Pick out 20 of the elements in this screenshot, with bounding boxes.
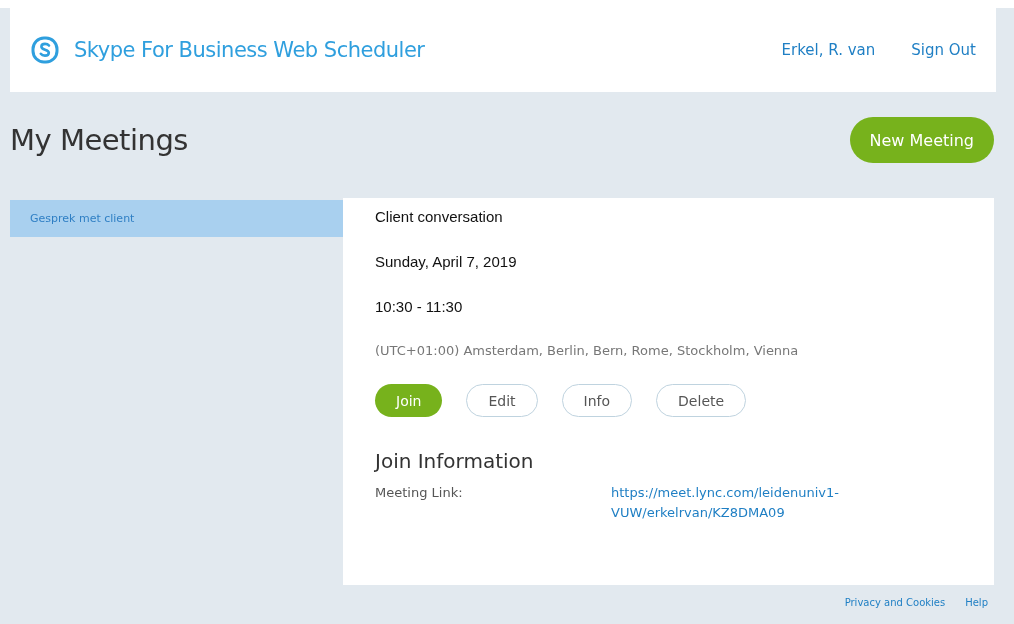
time-zone: (UTC+01:00) Amsterdam, Berlin, Bern, Rome, Stockholm, Vienna bbox=[375, 343, 800, 358]
meeting-link-label: Meeting Link: bbox=[375, 485, 464, 502]
action-button[interactable]: Edit bbox=[466, 384, 538, 417]
meeting-link[interactable]: https://meet.lync.com/leidenuniv1-VUW/erkelrvan/KZ8DMA09 bbox=[611, 483, 861, 523]
action-button[interactable]: Info bbox=[561, 384, 633, 417]
footer-link[interactable]: Help bbox=[965, 597, 988, 608]
logo-icon bbox=[30, 35, 60, 65]
page-title: My Meetings bbox=[10, 123, 188, 157]
action-button[interactable]: Delete bbox=[656, 384, 747, 417]
meeting-list-item[interactable]: Gesprek met client bbox=[10, 200, 343, 237]
footer-link[interactable]: Privacy and Cookies bbox=[844, 597, 946, 608]
meeting-subject: Client conversation bbox=[375, 208, 504, 225]
sign-out-link[interactable]: Sign Out bbox=[911, 41, 976, 59]
meeting-time: 10:30 - 11:30 bbox=[375, 298, 464, 315]
join-information-heading: Join Information bbox=[375, 449, 535, 473]
new-meeting-button[interactable]: New Meeting bbox=[849, 117, 994, 163]
action-button[interactable]: Join bbox=[375, 384, 443, 417]
user-name-link[interactable]: Erkel, R. van bbox=[781, 41, 876, 59]
meeting-date: Sunday, April 7, 2019 bbox=[375, 253, 518, 270]
app-title: Skype For Business Web Scheduler bbox=[74, 38, 426, 62]
